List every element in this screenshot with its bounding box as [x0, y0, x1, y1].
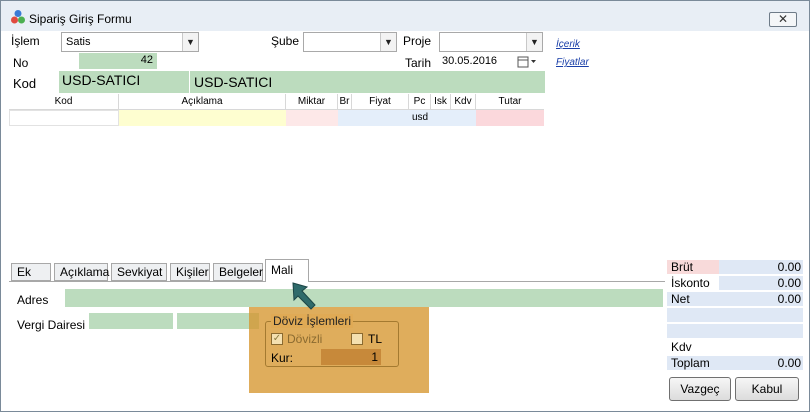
iskonto-value: 0.00 [777, 276, 801, 290]
cell-fiyat[interactable] [352, 110, 409, 126]
islem-value: Satis [66, 36, 91, 48]
app-icon [11, 10, 25, 24]
cell-pc[interactable]: usd [409, 110, 431, 126]
col-isk[interactable]: Isk [431, 94, 451, 110]
kabul-button[interactable]: Kabul [735, 377, 799, 401]
doviz-islemleri-title: Döviz İşlemleri [271, 314, 354, 328]
vergi-dairesi-label: Vergi Dairesi [17, 318, 86, 332]
brut-row: Brüt 0.00 [667, 260, 803, 274]
kdv-label: Kdv [671, 340, 692, 354]
items-grid-header: Kod Açıklama Miktar Br Fiyat Pc Isk Kdv … [9, 94, 544, 110]
brut-value: 0.00 [777, 260, 801, 274]
col-fiyat[interactable]: Fiyat [352, 94, 409, 110]
close-icon: ✕ [777, 12, 789, 26]
kod-description-field[interactable]: USD-SATICI [190, 71, 545, 93]
title-bar: Sipariş Giriş Formu ✕ [1, 1, 809, 31]
tl-label: TL [368, 332, 383, 346]
tab-mali[interactable]: Mali [265, 259, 309, 282]
col-tutar[interactable]: Tutar [476, 94, 544, 110]
cell-aciklama[interactable] [119, 110, 286, 126]
iskonto-row: İskonto 0.00 [667, 276, 803, 290]
kod-value: USD-SATICI [62, 72, 141, 88]
form-body: İşlem Satis ▼ Şube ▼ Proje ▼ İçerik No 4… [5, 31, 805, 408]
check-icon: ✓ [272, 333, 282, 344]
cell-miktar[interactable] [286, 110, 338, 126]
chevron-down-icon[interactable]: ▼ [182, 33, 198, 51]
no-value: 42 [140, 54, 153, 66]
tab-sevkiyat[interactable]: Sevkiyat [111, 263, 167, 281]
tl-checkbox[interactable] [351, 333, 363, 345]
chevron-down-icon[interactable]: ▼ [526, 33, 542, 51]
sube-select[interactable]: ▼ [303, 32, 397, 52]
col-br[interactable]: Br [338, 94, 352, 110]
cell-br[interactable] [338, 110, 352, 126]
col-miktar[interactable]: Miktar [286, 94, 338, 110]
icerik-link[interactable]: İçerik [556, 39, 580, 50]
net-label: Net [671, 292, 690, 306]
kdv-row: Kdv [667, 340, 803, 354]
toplam-value: 0.00 [777, 356, 801, 370]
tab-belgeler[interactable]: Belgeler [213, 263, 263, 281]
adres-label: Adres [17, 293, 49, 307]
no-field[interactable]: 42 [79, 53, 157, 69]
col-pc[interactable]: Pc [409, 94, 431, 110]
pointer-arrow-icon [292, 282, 316, 310]
dovizli-checkbox[interactable]: ✓ [271, 333, 283, 345]
chevron-down-icon[interactable]: ▼ [380, 33, 396, 51]
adres-field[interactable] [65, 289, 663, 307]
fiyatlar-link[interactable]: Fiyatlar [556, 57, 589, 68]
col-kdv[interactable]: Kdv [451, 94, 476, 110]
no-label: No [13, 56, 29, 70]
tarih-field[interactable]: 30.05.2016 [439, 53, 543, 71]
col-kod[interactable]: Kod [9, 94, 119, 110]
vergi-dairesi-field[interactable] [89, 313, 173, 329]
kod-field[interactable]: USD-SATICI [59, 71, 189, 93]
kur-value: 1 [371, 350, 378, 364]
islem-label: İşlem [11, 34, 40, 48]
vazgec-button[interactable]: Vazgeç [669, 377, 731, 401]
cell-kod[interactable] [9, 110, 119, 126]
iskonto-label: İskonto [671, 276, 710, 290]
islem-select[interactable]: Satis ▼ [61, 32, 199, 52]
summary-panel: Brüt 0.00 İskonto 0.00 Net 0.00 Kdv Topl… [667, 259, 803, 371]
window-title: Sipariş Giriş Formu [29, 12, 132, 26]
sube-label: Şube [271, 34, 300, 48]
kod-label: Kod [13, 76, 37, 91]
tab-kisiler[interactable]: Kişiler [170, 263, 210, 281]
window: Sipariş Giriş Formu ✕ İşlem Satis ▼ Şube… [0, 0, 810, 412]
dovizli-label: Dövizli [287, 332, 323, 346]
kod-description: USD-SATICI [194, 74, 273, 90]
col-aciklama[interactable]: Açıklama [119, 94, 286, 110]
kur-label: Kur: [271, 351, 294, 365]
net-row: Net 0.00 [667, 292, 803, 306]
cell-tutar[interactable] [476, 110, 544, 126]
proje-select[interactable]: ▼ [439, 32, 543, 52]
tarih-label: Tarih [405, 56, 432, 70]
toplam-row: Toplam 0.00 [667, 356, 803, 370]
tab-ek[interactable]: Ek [11, 263, 51, 281]
brut-label: Brüt [671, 260, 694, 274]
close-button[interactable]: ✕ [769, 12, 797, 27]
cell-isk[interactable] [431, 110, 451, 126]
tarih-value: 30.05.2016 [442, 55, 498, 67]
proje-label: Proje [403, 34, 432, 48]
net-value: 0.00 [777, 292, 801, 306]
calendar-icon[interactable] [517, 56, 537, 68]
vergi-no-field[interactable] [177, 313, 259, 329]
toplam-label: Toplam [671, 356, 710, 370]
cell-kdv[interactable] [451, 110, 476, 126]
kur-field[interactable]: 1 [321, 349, 381, 365]
tab-aciklama[interactable]: Açıklama [54, 263, 109, 281]
